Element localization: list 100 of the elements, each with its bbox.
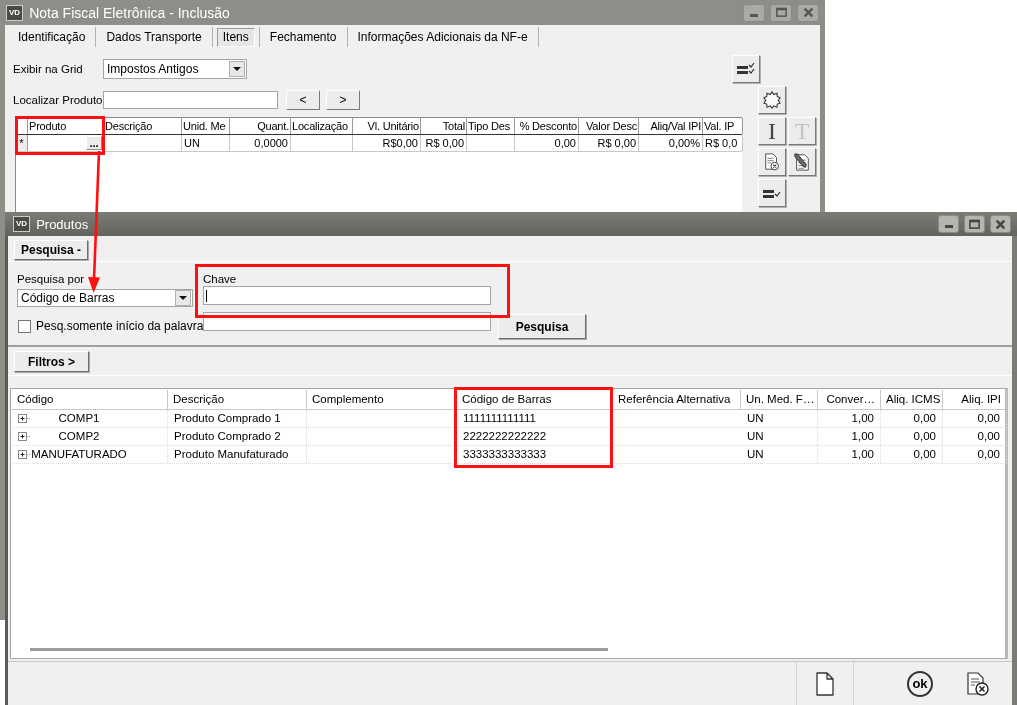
column-header[interactable]: Total bbox=[421, 118, 467, 134]
column-header[interactable]: Valor Desc bbox=[579, 118, 639, 134]
minimize-button[interactable] bbox=[938, 215, 959, 233]
column-header[interactable]: Referência Alternativa bbox=[613, 390, 741, 409]
new-document-button[interactable] bbox=[796, 662, 854, 705]
toolbar-button[interactable] bbox=[788, 148, 816, 176]
cancel-button[interactable] bbox=[964, 670, 990, 697]
field-label: Exibir na Grid bbox=[13, 63, 84, 75]
column-header[interactable]: Val. IP bbox=[703, 118, 743, 134]
ok-button[interactable]: ok bbox=[907, 670, 933, 697]
column-header[interactable]: Quant. bbox=[230, 118, 291, 134]
table-cell-text: COMP2 bbox=[57, 429, 101, 444]
document-cancel-icon bbox=[763, 153, 781, 171]
expand-icon[interactable] bbox=[18, 450, 30, 459]
expand-icon[interactable] bbox=[18, 414, 30, 423]
table-cell-text: MANUFATURADO bbox=[30, 447, 128, 462]
column-header[interactable]: Código de Barras bbox=[457, 390, 613, 409]
minimize-icon bbox=[750, 13, 758, 17]
checkbox-label: Pesq.somente início da palavra bbox=[36, 319, 204, 333]
tab[interactable]: Itens bbox=[216, 27, 255, 47]
close-button[interactable] bbox=[990, 215, 1011, 233]
field-label: Chave bbox=[203, 272, 237, 286]
search-by-dropdown[interactable]: Código de Barras bbox=[17, 289, 193, 307]
table-cell: 0,00 bbox=[943, 410, 1007, 427]
table-cell: 0,00% bbox=[639, 135, 703, 151]
table-cell: 1,00 bbox=[818, 428, 881, 445]
table-cell-text: COMP1 bbox=[57, 411, 101, 426]
table-cell: R$ 0,00 bbox=[579, 135, 639, 151]
tab[interactable]: Dados Transporte bbox=[100, 27, 208, 47]
column-header[interactable]: Vl. Unitário bbox=[353, 118, 421, 134]
view-options-button[interactable] bbox=[732, 55, 760, 83]
table-cell: UN bbox=[741, 410, 818, 427]
table-cell: 1,00 bbox=[818, 446, 881, 463]
table-cell: R$ 0,00 bbox=[421, 135, 467, 151]
column-header[interactable]: Un. Med. F… bbox=[741, 390, 818, 409]
search-toggle-button[interactable]: Pesquisa - bbox=[14, 240, 88, 260]
text-format-button[interactable]: I bbox=[758, 117, 786, 145]
column-header[interactable]: Aliq/Val IPI bbox=[639, 118, 703, 134]
find-product-input[interactable] bbox=[103, 91, 278, 109]
close-icon bbox=[802, 7, 814, 18]
grid-view-dropdown[interactable]: Impostos Antigos bbox=[103, 59, 247, 79]
table-cell: 3333333333333 bbox=[457, 446, 613, 463]
scrollbar[interactable] bbox=[30, 648, 608, 651]
table-cell: 0,00 bbox=[943, 428, 1007, 445]
toolbar-button[interactable] bbox=[758, 86, 786, 114]
seal-icon bbox=[763, 91, 781, 109]
close-icon bbox=[995, 218, 1006, 230]
window-title: Nota Fiscal Eletrônica - Inclusão bbox=[29, 4, 230, 21]
text-cursor-icon bbox=[206, 290, 207, 302]
caret-down-icon bbox=[175, 290, 191, 306]
toolbar-button[interactable] bbox=[758, 179, 786, 207]
tab[interactable]: Fechamento bbox=[263, 27, 343, 47]
browse-button[interactable]: ... bbox=[86, 136, 102, 150]
table-cell: Produto Comprado 2 bbox=[168, 428, 307, 445]
document-cancel-icon bbox=[965, 671, 989, 696]
filters-toggle-button[interactable]: Filtros > bbox=[14, 351, 89, 372]
checkbox[interactable] bbox=[18, 319, 31, 333]
table-cell: UN bbox=[741, 428, 818, 445]
column-header[interactable]: Aliq. IPI bbox=[943, 390, 1007, 409]
app-logo: VD bbox=[6, 4, 24, 21]
key-input[interactable] bbox=[203, 286, 491, 305]
document-icon bbox=[816, 671, 834, 696]
tab[interactable]: Identificação bbox=[12, 27, 92, 47]
column-header[interactable]: Descrição bbox=[168, 390, 307, 409]
field-label: Localizar Produto bbox=[13, 94, 103, 106]
table-cell: R$0,00 bbox=[353, 135, 421, 151]
table-cell: R$ 0,0 bbox=[703, 135, 743, 151]
column-header[interactable]: Tipo Des bbox=[467, 118, 515, 134]
table-cell: 0,00 bbox=[881, 410, 943, 427]
column-header[interactable]: Conver… bbox=[818, 390, 881, 409]
maximize-icon bbox=[969, 218, 980, 230]
column-header[interactable]: % Desconto bbox=[515, 118, 579, 134]
navigation-button[interactable]: > bbox=[326, 90, 360, 110]
column-header[interactable]: Código bbox=[12, 390, 168, 409]
column-header[interactable]: Aliq. ICMS bbox=[881, 390, 943, 409]
table-cell: Produto Manufaturado bbox=[168, 446, 307, 463]
column-header[interactable]: Complemento bbox=[307, 390, 457, 409]
column-header[interactable]: Produto bbox=[28, 118, 104, 134]
table-cell: 0,00 bbox=[515, 135, 579, 151]
maximize-icon bbox=[775, 7, 787, 18]
minimize-icon bbox=[944, 225, 953, 228]
toolbar-button[interactable] bbox=[758, 148, 786, 176]
document-pencil-icon bbox=[793, 153, 811, 171]
tab[interactable]: Informações Adicionais da NF-e bbox=[351, 27, 534, 47]
search-button[interactable]: Pesquisa bbox=[498, 314, 586, 339]
table-cell: 1111111111111 bbox=[457, 410, 613, 427]
table-cell: Produto Comprado 1 bbox=[168, 410, 307, 427]
app-logo: VD bbox=[13, 216, 31, 232]
column-header[interactable]: Unid. Me bbox=[182, 118, 230, 134]
maximize-button[interactable] bbox=[964, 215, 985, 233]
table-cell: UN bbox=[182, 135, 230, 151]
table-cell: 1,00 bbox=[818, 410, 881, 427]
navigation-button[interactable]: < bbox=[286, 90, 320, 110]
column-header[interactable]: Localização bbox=[291, 118, 353, 134]
expand-icon[interactable] bbox=[18, 432, 30, 441]
column-header[interactable]: Descrição bbox=[104, 118, 182, 134]
caret-down-icon bbox=[229, 61, 245, 77]
table-cell: 0,00 bbox=[943, 446, 1007, 463]
table-cell: 2222222222222 bbox=[457, 428, 613, 445]
field-label: Pesquisa por bbox=[17, 272, 85, 286]
